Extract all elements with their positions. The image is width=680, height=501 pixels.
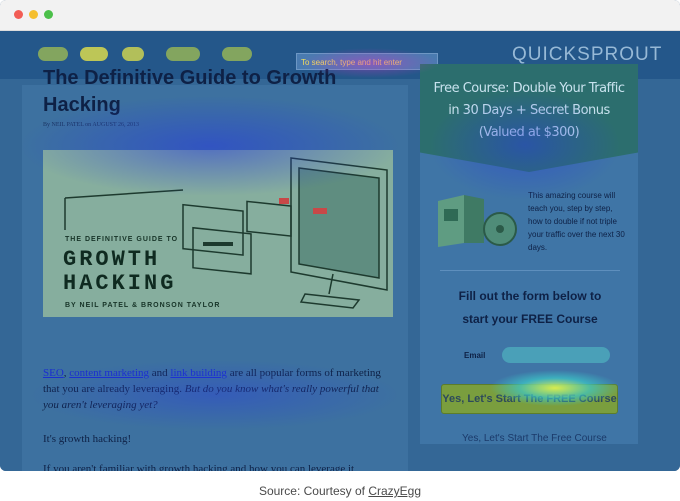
nav-item-4[interactable]	[166, 47, 200, 61]
course-description: This amazing course will teach you, step…	[528, 191, 625, 252]
post-title[interactable]: The Definitive Guide to Growth Hacking	[43, 65, 403, 119]
start-course-button[interactable]: Yes, Let's Start The FREE Course	[441, 384, 618, 414]
browser-window: To search, type and hit enter QUICKSPROU…	[0, 0, 680, 471]
sidebar-divider	[440, 270, 620, 271]
form-heading: Fill out the form below to start your FR…	[430, 285, 630, 331]
content-marketing-link[interactable]: content marketing	[69, 367, 149, 379]
caption-prefix: Source: Courtesy of	[258, 484, 369, 498]
seo-link[interactable]: SEO	[43, 367, 64, 379]
crazyegg-link[interactable]: CrazyEgg	[368, 484, 421, 498]
maximize-window-button[interactable]	[44, 10, 53, 19]
email-label: Email	[464, 351, 486, 360]
close-window-button[interactable]	[14, 10, 23, 19]
email-field[interactable]	[502, 347, 610, 363]
banner-line-2: in 30 Days + Secret Bonus	[448, 103, 610, 118]
course-box-image	[438, 195, 517, 247]
nav-item-3[interactable]	[122, 47, 144, 61]
hero-word-hacking: HACKING	[63, 271, 177, 296]
post-paragraph-1: SEO, content marketing and link building…	[43, 365, 388, 413]
start-course-link[interactable]: Yes, Let's Start The Free Course	[462, 433, 607, 444]
banner-text: Free Course: Double Your Traffic in 30 D…	[428, 78, 630, 144]
hero-word-growth: GROWTH	[63, 247, 161, 272]
form-heading-line-2: start your FREE Course	[462, 312, 598, 326]
hero-illustration: THE DEFINITIVE GUIDE TO GROWTH HACKING B…	[43, 150, 393, 317]
image-caption: Source: Courtesy of CrazyEgg	[0, 484, 680, 498]
post-byline: By NEIL PATEL on AUGUST 26, 2013	[43, 122, 140, 128]
link-building-link[interactable]: link building	[170, 367, 227, 379]
window-titlebar	[0, 0, 680, 31]
post-paragraph-2: It's growth hacking!	[43, 433, 132, 445]
post-paragraph-3: If you aren't familiar with growth hacki…	[43, 463, 355, 471]
form-heading-line-1: Fill out the form below to	[458, 289, 602, 303]
minimize-window-button[interactable]	[29, 10, 38, 19]
hero-authors: BY NEIL PATEL & BRONSON TAYLOR	[65, 302, 221, 309]
banner-line-3: (Valued at $300)	[478, 125, 580, 140]
nav-item-2[interactable]	[80, 47, 108, 61]
nav-item-1[interactable]	[38, 47, 68, 61]
paragraph-separator: and	[149, 367, 171, 379]
banner-line-1: Free Course: Double Your Traffic	[433, 81, 625, 96]
nav-item-5[interactable]	[222, 47, 252, 61]
hero-subtitle: THE DEFINITIVE GUIDE TO	[65, 236, 179, 243]
site-logo[interactable]: QUICKSPROUT	[512, 44, 662, 66]
